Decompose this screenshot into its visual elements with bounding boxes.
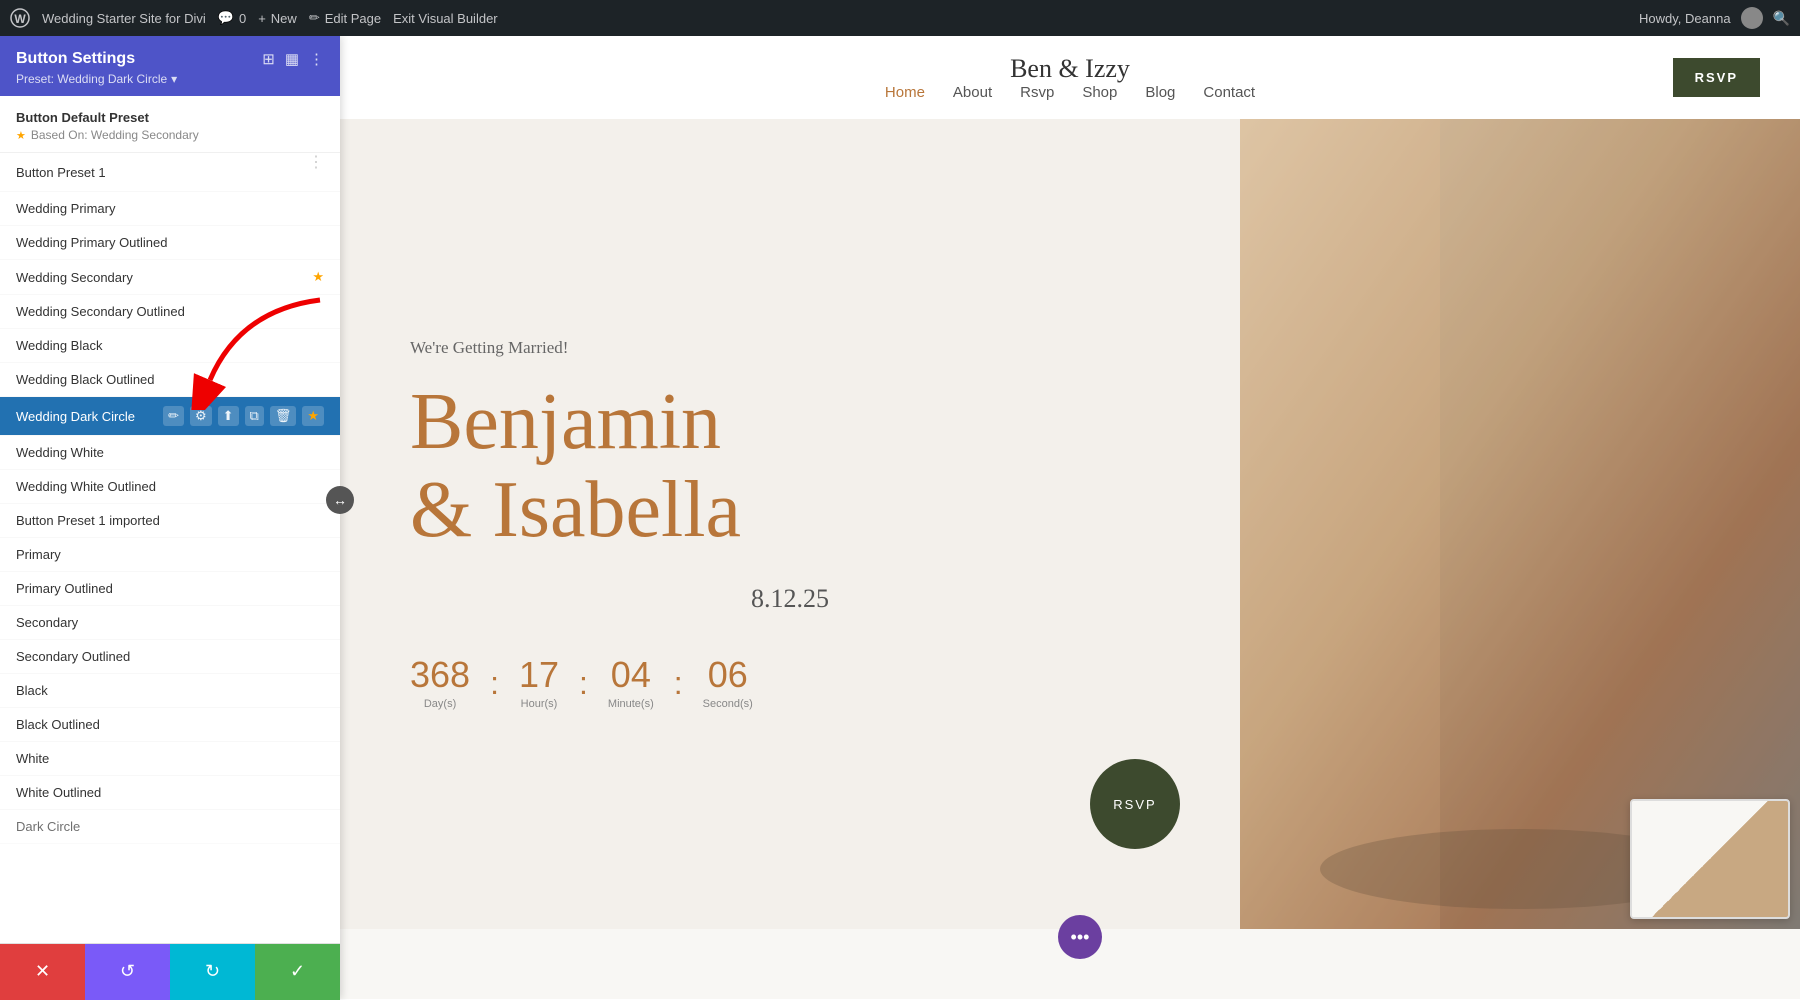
hero-section: We're Getting Married! Benjamin & Isabel…: [340, 119, 1800, 929]
edit-page-item[interactable]: ✏ Edit Page: [309, 10, 381, 26]
list-item[interactable]: White Outlined: [0, 776, 340, 810]
list-item[interactable]: Wedding Black Outlined: [0, 363, 340, 397]
redo-button[interactable]: ↻: [170, 944, 255, 1000]
panel-title: Button Settings: [16, 50, 135, 68]
wp-logo-item[interactable]: W: [10, 8, 30, 28]
list-item[interactable]: Primary: [0, 538, 340, 572]
panel-layout-icon[interactable]: ⊞: [262, 50, 275, 68]
site-title: Ben & Izzy: [1010, 54, 1130, 84]
panel-header: Button Settings ⊞ ▦ ⋮ Preset: Wedding Da…: [0, 36, 340, 96]
default-preset-based: ★ Based On: Wedding Secondary: [16, 128, 324, 142]
hero-name: Benjamin & Isabella: [410, 378, 1170, 554]
mini-preview-inner: [1632, 801, 1788, 917]
nav-blog[interactable]: Blog: [1145, 84, 1175, 101]
user-avatar[interactable]: [1741, 7, 1763, 29]
save-button[interactable]: ✓: [255, 944, 340, 1000]
settings-preset-button[interactable]: ⚙: [190, 406, 212, 426]
admin-search-icon[interactable]: 🔍: [1773, 10, 1790, 27]
list-item[interactable]: Dark Circle: [0, 810, 340, 844]
delete-preset-button[interactable]: 🗑: [270, 406, 297, 426]
list-item[interactable]: Wedding Primary: [0, 192, 340, 226]
site-content: Ben & Izzy Home About Rsvp Shop Blog Con…: [340, 36, 1800, 999]
list-item-active[interactable]: Wedding Dark Circle ✏ ⚙ ⬆ ⧉ 🗑 ★: [0, 397, 340, 436]
list-item[interactable]: Secondary Outlined: [0, 640, 340, 674]
hero-subtitle: We're Getting Married!: [410, 338, 1170, 358]
nav-rsvp[interactable]: Rsvp: [1020, 84, 1054, 101]
header-rsvp-button[interactable]: RSVP: [1673, 58, 1760, 97]
svg-text:W: W: [14, 12, 26, 26]
resize-handle[interactable]: ↔: [326, 486, 354, 514]
site-nav: Home About Rsvp Shop Blog Contact: [885, 84, 1255, 101]
mini-preview: [1630, 799, 1790, 919]
star-icon: ★: [16, 129, 26, 142]
undo-button[interactable]: ↺: [85, 944, 170, 1000]
nav-home[interactable]: Home: [885, 84, 925, 101]
list-item[interactable]: Wedding White: [0, 436, 340, 470]
panel-preset-label[interactable]: Preset: Wedding Dark Circle ▾: [16, 72, 324, 86]
countdown-seconds: 06 Second(s): [703, 654, 753, 710]
nav-about[interactable]: About: [953, 84, 992, 101]
admin-bar: W Wedding Starter Site for Divi 💬 0 + Ne…: [0, 0, 1800, 36]
panel-grid-icon[interactable]: ▦: [285, 50, 299, 68]
panel-footer: ✕ ↺ ↻ ✓: [0, 943, 340, 999]
rsvp-circle-button[interactable]: RSVP: [1090, 759, 1180, 849]
duplicate-preset-button[interactable]: ⧉: [245, 406, 264, 426]
countdown-sep1: :: [490, 665, 499, 702]
countdown-hours: 17 Hour(s): [519, 654, 559, 710]
exit-builder-item[interactable]: Exit Visual Builder: [393, 11, 498, 26]
panel-more-icon[interactable]: ⋮: [309, 50, 324, 68]
site-header: Ben & Izzy Home About Rsvp Shop Blog Con…: [340, 36, 1800, 119]
button-settings-panel: Button Settings ⊞ ▦ ⋮ Preset: Wedding Da…: [0, 36, 340, 999]
hero-date: 8.12.25: [410, 584, 1170, 614]
countdown: 368 Day(s) : 17 Hour(s) : 04 Minute(s) :: [410, 654, 1170, 710]
list-item[interactable]: Wedding Primary Outlined: [0, 226, 340, 260]
nav-shop[interactable]: Shop: [1082, 84, 1117, 101]
countdown-minutes: 04 Minute(s): [608, 654, 654, 710]
list-item[interactable]: Wedding Secondary ★: [0, 260, 340, 295]
edit-preset-button[interactable]: ✏: [163, 406, 184, 426]
preset-list: Button Preset 1 ⋮ Wedding Primary Weddin…: [0, 153, 340, 844]
howdy-text: Howdy, Deanna: [1639, 11, 1731, 26]
hero-left: We're Getting Married! Benjamin & Isabel…: [340, 119, 1240, 929]
countdown-days: 368 Day(s): [410, 654, 470, 710]
list-item[interactable]: Black: [0, 674, 340, 708]
list-item[interactable]: White: [0, 742, 340, 776]
list-item[interactable]: Wedding Secondary Outlined: [0, 295, 340, 329]
upload-preset-button[interactable]: ⬆: [218, 406, 239, 426]
countdown-sep2: :: [579, 665, 588, 702]
preset-list-container: Button Preset 1 ⋮ Wedding Primary Weddin…: [0, 153, 340, 943]
default-preset-title: Button Default Preset: [16, 110, 324, 125]
main-layout: Button Settings ⊞ ▦ ⋮ Preset: Wedding Da…: [0, 0, 1800, 999]
comments-item[interactable]: 💬 0: [218, 10, 246, 26]
list-item[interactable]: Wedding White Outlined: [0, 470, 340, 504]
star-icon: ★: [312, 269, 324, 285]
cancel-button[interactable]: ✕: [0, 944, 85, 1000]
nav-contact[interactable]: Contact: [1203, 84, 1255, 101]
hero-right: [1240, 119, 1800, 929]
new-item[interactable]: + New: [258, 11, 297, 26]
default-preset: Button Default Preset ★ Based On: Weddin…: [0, 96, 340, 153]
more-options-button[interactable]: •••: [1058, 915, 1102, 959]
admin-bar-right: Howdy, Deanna 🔍: [1639, 7, 1790, 29]
panel-header-top: Button Settings ⊞ ▦ ⋮: [16, 50, 324, 68]
more-dots-icon[interactable]: ⋮: [308, 153, 324, 172]
list-item[interactable]: Button Preset 1 imported: [0, 504, 340, 538]
list-item[interactable]: Black Outlined: [0, 708, 340, 742]
list-item[interactable]: Button Preset 1 ⋮: [0, 153, 340, 192]
countdown-sep3: :: [674, 665, 683, 702]
star-preset-button[interactable]: ★: [302, 406, 324, 426]
list-item[interactable]: Primary Outlined: [0, 572, 340, 606]
list-item[interactable]: Wedding Black: [0, 329, 340, 363]
list-item[interactable]: Secondary: [0, 606, 340, 640]
panel-header-icons: ⊞ ▦ ⋮: [262, 50, 324, 68]
site-name[interactable]: Wedding Starter Site for Divi: [42, 11, 206, 26]
